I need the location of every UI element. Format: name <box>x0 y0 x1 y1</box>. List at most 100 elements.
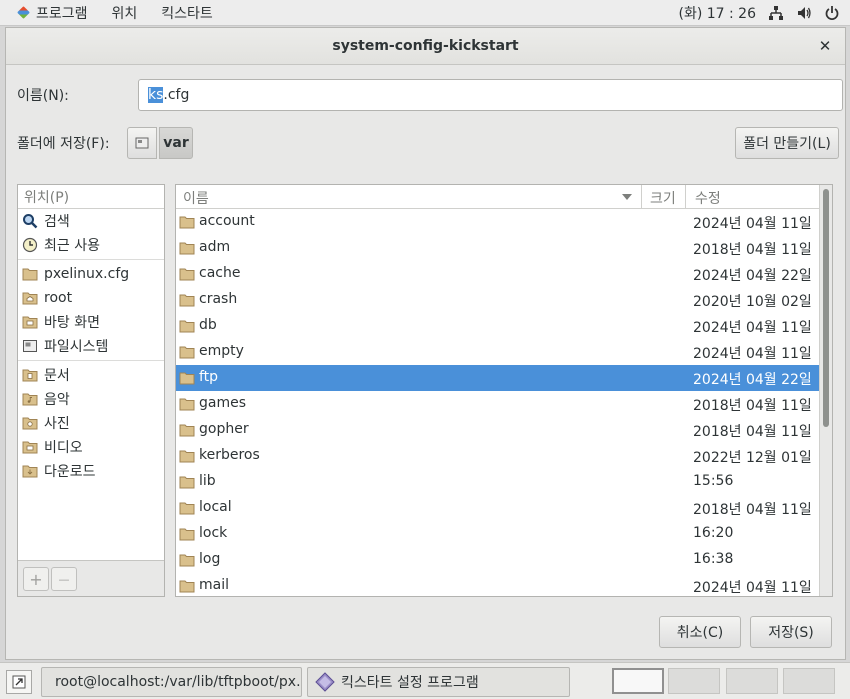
file-list-scrollbar[interactable] <box>819 185 832 596</box>
file-row[interactable]: cache 2024년 04월 22일 <box>176 261 832 287</box>
file-modified: 2024년 04월 11일 <box>693 320 812 336</box>
file-modified: 2018년 04월 11일 <box>693 398 812 414</box>
file-row[interactable]: lib 15:56 <box>176 469 832 495</box>
place-music[interactable]: 음악 <box>18 387 164 411</box>
place-label: 다운로드 <box>44 464 96 480</box>
places-separator <box>18 360 164 361</box>
workspace-3[interactable] <box>726 668 778 694</box>
place-label: pxelinux.cfg <box>44 266 130 282</box>
place-pxelinux[interactable]: pxelinux.cfg <box>18 262 164 286</box>
pictures-folder-icon <box>22 417 38 430</box>
file-row[interactable]: log 16:38 <box>176 547 832 573</box>
path-var-button[interactable]: var <box>159 127 193 159</box>
column-size-header[interactable]: 크기 <box>650 188 676 208</box>
cancel-button[interactable]: 취소(C) <box>659 616 741 648</box>
add-bookmark-button[interactable]: + <box>23 567 49 591</box>
column-modified-header[interactable]: 수정 <box>695 188 721 208</box>
folder-icon <box>179 372 195 385</box>
place-videos[interactable]: 비디오 <box>18 435 164 459</box>
file-name: empty <box>199 343 244 359</box>
file-modified: 2024년 04월 11일 <box>693 216 812 232</box>
file-modified: 2020년 10월 02일 <box>693 294 812 310</box>
place-root[interactable]: root <box>18 286 164 310</box>
save-button[interactable]: 저장(S) <box>750 616 832 648</box>
filename-input[interactable]: ks .cfg <box>138 79 843 111</box>
place-pictures[interactable]: 사진 <box>18 411 164 435</box>
recent-icon <box>22 237 38 253</box>
place-label: 검색 <box>44 214 70 230</box>
workspace-4[interactable] <box>783 668 835 694</box>
file-name: log <box>199 551 221 567</box>
folder-icon <box>179 502 195 515</box>
power-icon[interactable] <box>824 5 840 21</box>
name-label: 이름(N): <box>17 88 69 104</box>
folder-icon <box>179 242 195 255</box>
taskbar-kickstart[interactable]: 킥스타트 설정 프로그램 <box>307 667 570 697</box>
taskbar-terminal[interactable]: root@localhost:/var/lib/tftpboot/px… <box>41 667 302 697</box>
file-row[interactable]: db 2024년 04월 11일 <box>176 313 832 339</box>
file-name: db <box>199 317 217 333</box>
file-row[interactable]: local 2018년 04월 11일 <box>176 495 832 521</box>
place-label: root <box>44 290 73 306</box>
network-icon[interactable] <box>768 5 784 21</box>
file-modified: 2024년 04월 11일 <box>693 346 812 362</box>
folder-icon <box>22 268 38 281</box>
create-folder-label: 폴더 만들기(L) <box>743 136 831 152</box>
place-desktop[interactable]: 바탕 화면 <box>18 310 164 334</box>
file-row[interactable]: kerberos 2022년 12월 01일 <box>176 443 832 469</box>
folder-icon <box>179 554 195 567</box>
place-downloads[interactable]: 다운로드 <box>18 459 164 483</box>
folder-icon <box>179 450 195 463</box>
folder-icon <box>179 320 195 333</box>
file-row[interactable]: empty 2024년 04월 11일 <box>176 339 832 365</box>
column-divider <box>685 185 686 209</box>
create-folder-button[interactable]: 폴더 만들기(L) <box>735 127 839 159</box>
applications-icon <box>18 7 30 19</box>
file-name: adm <box>199 239 231 255</box>
save-in-label: 폴더에 저장(F): <box>17 136 110 152</box>
file-row[interactable]: ftp 2024년 04월 22일 <box>176 365 832 391</box>
file-row[interactable]: gopher 2018년 04월 11일 <box>176 417 832 443</box>
file-name: cache <box>199 265 241 281</box>
clock[interactable]: (화) 17 : 26 <box>678 3 756 23</box>
file-modified: 2018년 04월 11일 <box>693 502 812 518</box>
dialog-titlebar[interactable]: system-config-kickstart ✕ <box>6 28 845 65</box>
place-recent[interactable]: 최근 사용 <box>18 233 164 257</box>
workspace-1[interactable] <box>612 668 664 694</box>
app-menu[interactable]: 킥스타트 <box>149 0 225 26</box>
places-header: 위치(P) <box>18 185 164 209</box>
file-name: lib <box>199 473 216 489</box>
column-name-header[interactable]: 이름 <box>183 188 209 208</box>
place-search[interactable]: 검색 <box>18 209 164 233</box>
file-row[interactable]: crash 2020년 10월 02일 <box>176 287 832 313</box>
place-label: 바탕 화면 <box>44 315 100 331</box>
place-documents[interactable]: 문서 <box>18 363 164 387</box>
music-folder-icon <box>22 393 38 406</box>
workspace-2[interactable] <box>668 668 720 694</box>
file-row[interactable]: games 2018년 04월 11일 <box>176 391 832 417</box>
file-row[interactable]: adm 2018년 04월 11일 <box>176 235 832 261</box>
volume-icon[interactable] <box>796 5 812 21</box>
path-var-label: var <box>163 135 189 151</box>
close-icon[interactable]: ✕ <box>817 38 833 54</box>
places-toolbar: + — <box>18 560 164 596</box>
desktop-folder-icon <box>22 316 38 329</box>
show-desktop-button[interactable] <box>6 670 32 694</box>
remove-bookmark-button[interactable]: — <box>51 567 77 591</box>
file-row[interactable]: lock 16:20 <box>176 521 832 547</box>
path-root-button[interactable] <box>127 127 157 159</box>
file-name: account <box>199 213 255 229</box>
downloads-folder-icon <box>22 465 38 478</box>
file-row[interactable]: mail 2024년 04월 11일 <box>176 573 832 596</box>
applications-menu[interactable]: 프로그램 <box>0 0 100 26</box>
scrollbar-thumb[interactable] <box>823 189 829 427</box>
minus-icon: — <box>58 572 70 586</box>
place-filesystem[interactable]: 파일시스템 <box>18 334 164 358</box>
file-row[interactable]: account 2024년 04월 11일 <box>176 209 832 235</box>
places-menu[interactable]: 위치 <box>100 0 150 26</box>
folder-icon <box>179 580 195 593</box>
show-desktop-icon <box>12 675 26 689</box>
sort-descending-icon <box>622 194 632 200</box>
folder-icon <box>179 424 195 437</box>
save-label: 저장(S) <box>768 625 814 641</box>
